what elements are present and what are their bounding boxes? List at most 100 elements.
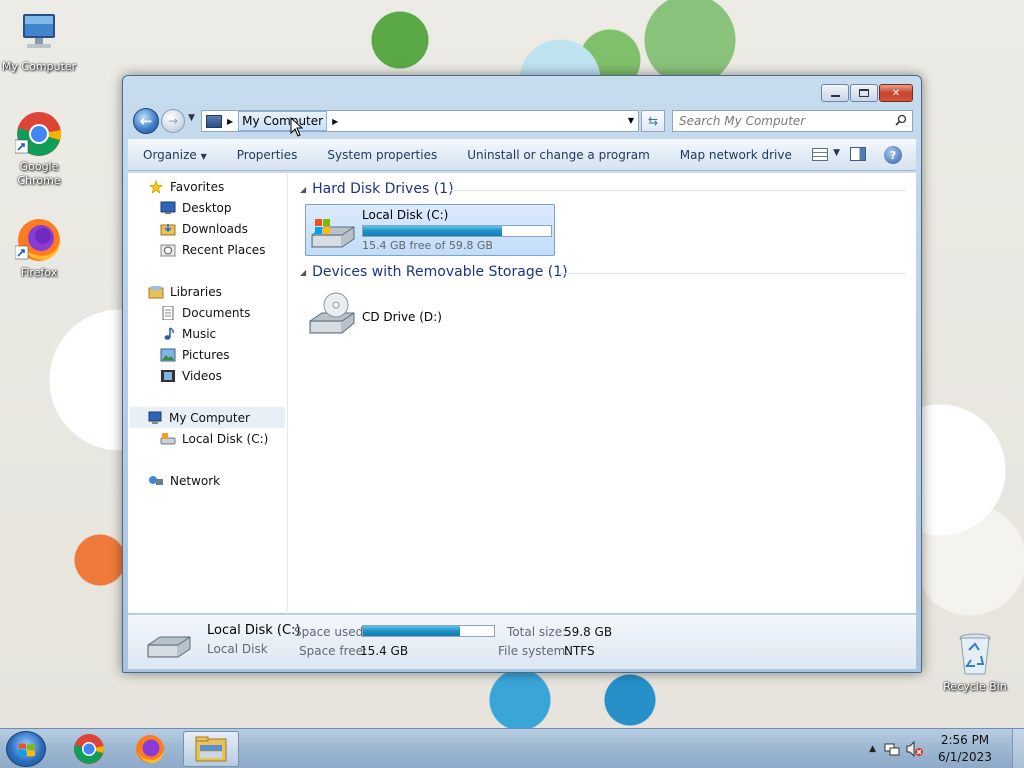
space-used-bar bbox=[362, 625, 495, 637]
firefox-icon bbox=[14, 216, 63, 264]
total-size-value: 59.8 GB bbox=[564, 625, 613, 639]
desktop-icon-label: Firefox bbox=[20, 266, 58, 279]
nav-item-label: Local Disk (C:) bbox=[182, 431, 269, 446]
collapse-triangle-icon[interactable]: ◢ bbox=[300, 268, 306, 277]
preview-pane-icon[interactable] bbox=[850, 147, 866, 161]
computer-icon bbox=[206, 114, 222, 128]
search-input[interactable] bbox=[679, 111, 889, 131]
nav-item-label: Pictures bbox=[182, 347, 230, 362]
forward-button[interactable]: → bbox=[161, 109, 185, 133]
taskbar-firefox[interactable] bbox=[122, 731, 178, 767]
recent-pages-dropdown[interactable]: ▼ bbox=[188, 113, 195, 123]
minimize-icon bbox=[830, 95, 840, 97]
drive-item-cd-drive-d[interactable]: CD Drive (D:) bbox=[308, 291, 508, 337]
nav-item-videos[interactable]: Videos bbox=[160, 365, 222, 386]
downloads-folder-icon bbox=[160, 223, 176, 235]
show-hidden-icons-button[interactable]: ▲ bbox=[869, 744, 876, 754]
computer-icon bbox=[15, 10, 63, 58]
desktop-icon-firefox[interactable]: Firefox bbox=[1, 216, 77, 280]
libraries-icon bbox=[148, 285, 164, 298]
nav-item-label: Favorites bbox=[170, 179, 225, 194]
arrow-right-icon: → bbox=[167, 114, 179, 128]
taskbar-chrome[interactable] bbox=[61, 731, 117, 767]
window-controls: ✕ bbox=[821, 84, 913, 102]
change-view-icon[interactable] bbox=[812, 148, 828, 161]
space-used-fill bbox=[363, 626, 460, 636]
nav-item-label: Music bbox=[182, 326, 217, 341]
collapse-triangle-icon[interactable]: ◢ bbox=[300, 185, 306, 194]
nav-item-music[interactable]: Music bbox=[160, 323, 216, 344]
nav-item-label: Desktop bbox=[182, 200, 232, 215]
nav-item-pictures[interactable]: Pictures bbox=[160, 344, 230, 365]
group-header-removable-storage[interactable]: ◢ Devices with Removable Storage (1) bbox=[300, 264, 568, 280]
maximize-button[interactable] bbox=[850, 84, 878, 102]
drive-usage-fill bbox=[363, 226, 503, 236]
taskbar: ▲ 2:56 PM 6/1/2023 bbox=[0, 728, 1024, 768]
explorer-window[interactable]: ✕ ← → ▼ ▶ My Computer ▶ ▼ ⇆ Organize ▼ P… bbox=[122, 75, 922, 673]
map-network-drive-button[interactable]: Map network drive bbox=[665, 148, 807, 162]
close-icon: ✕ bbox=[891, 87, 901, 99]
explorer-folder-icon bbox=[195, 736, 227, 762]
search-icon[interactable] bbox=[895, 114, 907, 126]
nav-item-documents[interactable]: Documents bbox=[160, 302, 250, 323]
hard-drive-icon bbox=[311, 219, 355, 248]
nav-item-recent-places[interactable]: Recent Places bbox=[160, 239, 265, 260]
uninstall-program-button[interactable]: Uninstall or change a program bbox=[452, 148, 665, 162]
nav-item-downloads[interactable]: Downloads bbox=[160, 218, 248, 239]
navigation-pane: Favorites Desktop Downloads Recent Place… bbox=[128, 173, 288, 614]
breadcrumb-my-computer[interactable]: My Computer bbox=[238, 111, 328, 131]
desktop-icon-label: Google Chrome bbox=[17, 160, 61, 187]
start-button[interactable] bbox=[6, 731, 46, 767]
network-status-icon[interactable] bbox=[884, 741, 900, 757]
search-box[interactable] bbox=[672, 110, 913, 132]
group-header-hard-disk-drives[interactable]: ◢ Hard Disk Drives (1) bbox=[300, 181, 454, 197]
nav-item-label: Recent Places bbox=[182, 242, 266, 257]
drive-item-local-disk-c[interactable]: Local Disk (C:) 15.4 GB free of 59.8 GB bbox=[305, 204, 555, 256]
nav-item-desktop[interactable]: Desktop bbox=[160, 197, 232, 218]
properties-button[interactable]: Properties bbox=[222, 148, 313, 162]
address-dropdown-icon[interactable]: ▼ bbox=[628, 116, 634, 125]
nav-item-my-computer[interactable]: My Computer bbox=[130, 407, 285, 428]
mouse-cursor-icon bbox=[290, 117, 304, 137]
command-bar: Organize ▼ Properties System properties … bbox=[128, 139, 916, 171]
system-properties-button[interactable]: System properties bbox=[312, 148, 452, 162]
clock[interactable]: 2:56 PM 6/1/2023 bbox=[932, 732, 998, 766]
recycle-bin-icon bbox=[951, 630, 999, 678]
star-icon bbox=[149, 179, 163, 194]
nav-item-libraries[interactable]: Libraries bbox=[148, 281, 222, 302]
volume-muted-icon[interactable] bbox=[906, 741, 924, 757]
network-icon bbox=[149, 475, 163, 485]
nav-item-favorites[interactable]: Favorites bbox=[148, 176, 224, 197]
refresh-icon: ⇆ bbox=[647, 114, 659, 128]
desktop-icon-recycle-bin[interactable]: Recycle Bin bbox=[937, 630, 1013, 694]
space-free-value: 15.4 GB bbox=[360, 644, 409, 658]
desktop-icon-google-chrome[interactable]: Google Chrome bbox=[1, 110, 77, 188]
details-subtitle: Local Disk bbox=[207, 642, 268, 656]
nav-item-label: Documents bbox=[182, 305, 251, 320]
nav-item-label: Network bbox=[170, 473, 221, 488]
arrow-left-icon: ← bbox=[139, 112, 153, 130]
file-system-value: NTFS bbox=[564, 644, 595, 658]
refresh-button[interactable]: ⇆ bbox=[641, 110, 665, 132]
nav-item-network[interactable]: Network bbox=[148, 470, 220, 491]
documents-icon bbox=[162, 305, 174, 320]
close-button[interactable]: ✕ bbox=[879, 84, 913, 102]
hard-drive-icon bbox=[160, 432, 176, 444]
system-tray: ▲ 2:56 PM 6/1/2023 bbox=[869, 729, 1024, 768]
organize-button[interactable]: Organize ▼ bbox=[128, 148, 222, 162]
file-system-label: File system: bbox=[498, 644, 570, 658]
taskbar-windows-explorer[interactable] bbox=[183, 731, 239, 767]
back-button[interactable]: ← bbox=[133, 108, 159, 134]
desktop-icon-my-computer[interactable]: My Computer bbox=[1, 10, 77, 74]
nav-item-label: Libraries bbox=[170, 284, 222, 299]
minimize-button[interactable] bbox=[821, 84, 849, 102]
help-icon[interactable]: ? bbox=[884, 146, 902, 164]
hard-drive-icon bbox=[147, 636, 191, 658]
chevron-right-icon[interactable]: ▶ bbox=[227, 117, 233, 126]
address-bar[interactable]: ▶ My Computer ▶ ▼ bbox=[201, 110, 639, 132]
chevron-right-icon[interactable]: ▶ bbox=[332, 117, 338, 126]
view-options-dropdown[interactable]: ▼ bbox=[833, 148, 840, 158]
nav-item-local-disk[interactable]: Local Disk (C:) bbox=[160, 428, 268, 449]
drive-free-space: 15.4 GB free of 59.8 GB bbox=[362, 239, 493, 252]
show-desktop-button[interactable] bbox=[1012, 729, 1024, 768]
